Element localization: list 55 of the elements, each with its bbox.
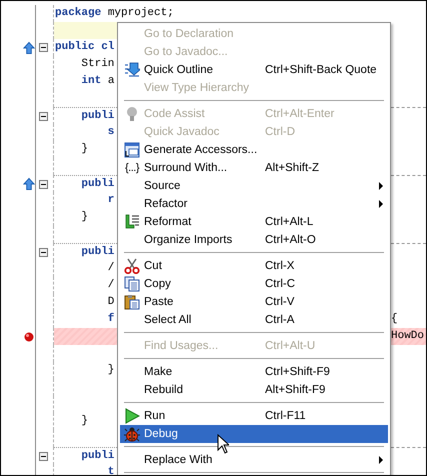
- code-text: }: [80, 414, 88, 429]
- menu-item[interactable]: Make Ctrl+Shift-F9: [120, 363, 388, 381]
- window-icon: [124, 142, 140, 158]
- braces-icon: {...}: [124, 162, 140, 174]
- mouse-pointer-icon: [217, 434, 229, 454]
- menu-item[interactable]: Refactor: [120, 195, 388, 213]
- menu-item[interactable]: Paste Ctrl-V: [120, 293, 388, 311]
- breakpoint-icon[interactable]: [24, 332, 34, 342]
- menu-item[interactable]: Rebuild Alt+Shift-F9: [120, 381, 388, 399]
- code-text: {: [391, 312, 398, 327]
- menu-item[interactable]: {...} Surround With... Alt+Shift-Z: [120, 159, 388, 177]
- menu-item[interactable]: Quick Outline Ctrl+Shift-Back Quote: [120, 61, 388, 79]
- collapse-icon[interactable]: [39, 180, 48, 188]
- lightbulb-icon: [126, 106, 138, 122]
- code-text: s: [106, 125, 114, 140]
- scissors-icon: [124, 258, 140, 274]
- menu-item[interactable]: Copy Ctrl-C: [120, 275, 388, 293]
- collapse-icon[interactable]: [39, 452, 48, 460]
- menu-item[interactable]: Debug: [120, 425, 388, 443]
- code-text: publi: [80, 449, 114, 464]
- clipboard-icon: [124, 294, 140, 310]
- menu-item[interactable]: Run Ctrl-F11: [120, 407, 388, 425]
- code-text: publi: [80, 245, 114, 260]
- collapse-icon[interactable]: [39, 112, 48, 120]
- code-text: t: [106, 465, 114, 475]
- code-text: D: [106, 295, 114, 310]
- code-text: int a: [80, 74, 114, 89]
- menu-item[interactable]: Reformat Ctrl+Alt-L: [120, 213, 388, 231]
- code-text: /: [106, 261, 114, 276]
- code-text: }: [80, 142, 88, 157]
- code-text: public cl: [55, 40, 114, 55]
- code-text: }: [106, 363, 114, 378]
- copy-icon: [124, 276, 140, 292]
- menu-item[interactable]: Organize Imports Ctrl+Alt-O: [120, 231, 388, 249]
- code-text: /: [106, 278, 114, 293]
- collapse-icon[interactable]: [39, 248, 48, 256]
- code-text: f: [106, 312, 114, 327]
- code-text: publi: [80, 177, 114, 192]
- reformat-icon: [124, 214, 140, 230]
- code-text: }: [80, 210, 88, 225]
- up-arrow-icon[interactable]: [23, 40, 35, 54]
- menu-item[interactable]: Replace With: [120, 451, 388, 469]
- code-text: Strin: [80, 57, 114, 72]
- up-arrow-icon[interactable]: [23, 177, 35, 191]
- menu-item[interactable]: Source: [120, 177, 388, 195]
- menu-item[interactable]: Select All Ctrl-A: [120, 311, 388, 329]
- collapse-icon[interactable]: [39, 43, 48, 52]
- code-text: package myproject;: [55, 6, 174, 21]
- ladybug-icon: [124, 426, 140, 442]
- code-text: publi: [80, 109, 114, 124]
- code-text: HowDo: [391, 329, 424, 344]
- menu-item[interactable]: Cut Ctrl-X: [120, 257, 388, 275]
- menu-item[interactable]: Generate Accessors...: [120, 141, 388, 159]
- code-text: r: [106, 193, 114, 208]
- outline-icon: [124, 62, 140, 78]
